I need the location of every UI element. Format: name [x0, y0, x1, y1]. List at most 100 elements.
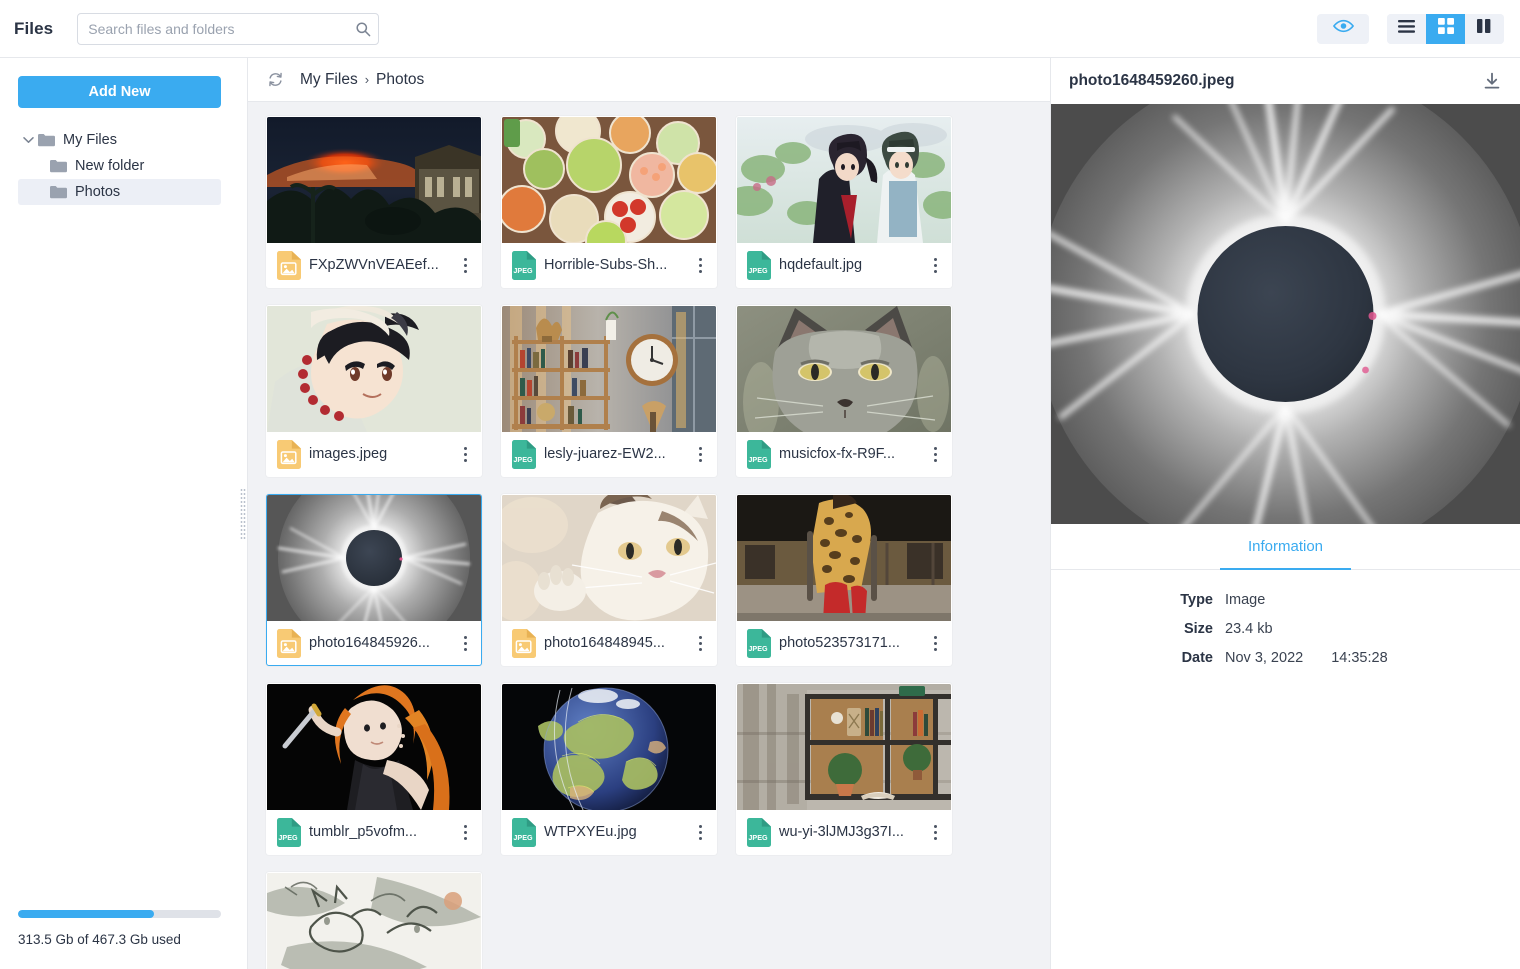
file-card-footer: JPEG photo523573171... [737, 621, 951, 665]
file-menu-icon[interactable] [453, 818, 477, 846]
add-new-button[interactable]: Add New [18, 76, 221, 108]
file-menu-icon[interactable] [923, 629, 947, 657]
file-name: tumblr_p5vofm... [309, 824, 445, 840]
jpeg-file-icon: JPEG [512, 818, 536, 847]
file-menu-icon[interactable] [923, 818, 947, 846]
tree-item-label: Photos [75, 184, 120, 200]
file-menu-icon[interactable] [923, 440, 947, 468]
search-container [77, 13, 379, 45]
file-grid: FXpZWVnVEAEef... JPEG Horribl [266, 116, 1032, 969]
refresh-icon[interactable] [266, 71, 284, 89]
jpeg-file-icon: JPEG [512, 251, 536, 280]
file-menu-icon[interactable] [923, 251, 947, 279]
file-thumbnail [737, 684, 951, 810]
info-value-time: 14:35:28 [1331, 650, 1387, 666]
svg-text:JPEG: JPEG [513, 266, 533, 275]
file-card-footer: JPEG tumblr_p5vofm... [267, 810, 481, 854]
file-thumbnail [267, 495, 481, 621]
search-icon [355, 21, 371, 37]
tree-item-photos[interactable]: Photos [18, 179, 221, 205]
file-card[interactable]: photo164845926... [266, 494, 482, 666]
file-menu-icon[interactable] [688, 629, 712, 657]
file-card[interactable]: FXpZWVnVEAEef... [266, 116, 482, 288]
download-icon[interactable] [1482, 71, 1502, 91]
file-card[interactable]: JPEG photo523573171... [736, 494, 952, 666]
file-menu-icon[interactable] [688, 818, 712, 846]
search-input[interactable] [77, 13, 379, 45]
info-value: Image [1225, 592, 1265, 608]
file-card[interactable]: JPEG wu-yi-3lJMJ3g37I... [736, 683, 952, 855]
svg-text:JPEG: JPEG [748, 455, 768, 464]
columns-view-icon [1477, 19, 1492, 38]
info-value: Nov 3, 2022 [1225, 650, 1303, 666]
image-file-icon [277, 629, 301, 658]
breadcrumb-my-files[interactable]: My Files [300, 71, 358, 89]
file-name: lesly-juarez-EW2... [544, 446, 680, 462]
file-card[interactable]: JPEG WTPXYEu.jpg [501, 683, 717, 855]
folder-icon [50, 185, 67, 199]
preview-panel: photo1648459260.jpeg [1050, 58, 1520, 969]
svg-text:JPEG: JPEG [513, 833, 533, 842]
info-row-type: Type Image [1051, 592, 1520, 608]
file-menu-icon[interactable] [453, 251, 477, 279]
folder-icon [50, 159, 67, 173]
grid-view-button[interactable] [1426, 14, 1465, 44]
storage-label: 313.5 Gb of 467.3 Gb used [18, 932, 221, 947]
file-name: wu-yi-3lJMJ3g37I... [779, 824, 915, 840]
file-card-footer: JPEG hqdefault.jpg [737, 243, 951, 287]
preview-tabs: Information [1051, 524, 1520, 570]
file-card-footer: JPEG musicfox-fx-R9F... [737, 432, 951, 476]
preview-toggle-button[interactable] [1317, 14, 1369, 44]
file-name: WTPXYEu.jpg [544, 824, 680, 840]
file-name: FXpZWVnVEAEef... [309, 257, 445, 273]
file-card-footer: JPEG wu-yi-3lJMJ3g37I... [737, 810, 951, 854]
storage-indicator: 313.5 Gb of 467.3 Gb used [18, 910, 221, 969]
file-grid-scroll[interactable]: FXpZWVnVEAEef... JPEG Horribl [248, 102, 1050, 969]
file-card-footer: JPEG lesly-juarez-EW2... [502, 432, 716, 476]
file-thumbnail [267, 306, 481, 432]
jpeg-file-icon: JPEG [747, 818, 771, 847]
top-bar: Files [0, 0, 1520, 58]
jpeg-file-icon: JPEG [747, 440, 771, 469]
file-card[interactable]: JPEG lesly-juarez-EW2... [501, 305, 717, 477]
folder-tree: My Files New folder Photos [18, 127, 221, 205]
file-name: hqdefault.jpg [779, 257, 915, 273]
file-card[interactable]: JPEG musicfox-fx-R9F... [736, 305, 952, 477]
file-thumbnail [502, 117, 716, 243]
breadcrumb-photos[interactable]: Photos [376, 71, 424, 89]
file-menu-icon[interactable] [453, 629, 477, 657]
storage-bar-fill [18, 910, 154, 918]
file-thumbnail [267, 117, 481, 243]
columns-view-button[interactable] [1465, 14, 1504, 44]
file-menu-icon[interactable] [453, 440, 477, 468]
list-view-button[interactable] [1387, 14, 1426, 44]
file-menu-icon[interactable] [688, 440, 712, 468]
file-card[interactable] [266, 872, 482, 969]
svg-text:JPEG: JPEG [748, 833, 768, 842]
sidebar-resize-handle[interactable] [239, 58, 247, 969]
jpeg-file-icon: JPEG [747, 251, 771, 280]
tab-information[interactable]: Information [1220, 524, 1351, 570]
file-thumbnail [737, 306, 951, 432]
file-card-footer: photo164848945... [502, 621, 716, 665]
file-card[interactable]: images.jpeg [266, 305, 482, 477]
app-title: Files [14, 19, 53, 39]
breadcrumb-separator: › [365, 72, 369, 87]
tree-item-new-folder[interactable]: New folder [18, 153, 221, 179]
svg-text:JPEG: JPEG [748, 266, 768, 275]
tree-item-my-files[interactable]: My Files [18, 127, 221, 153]
file-card[interactable]: photo164848945... [501, 494, 717, 666]
file-name: photo523573171... [779, 635, 915, 651]
file-card[interactable]: JPEG tumblr_p5vofm... [266, 683, 482, 855]
file-card-footer: photo164845926... [267, 621, 481, 665]
file-card[interactable]: JPEG hqdefault.jpg [736, 116, 952, 288]
toolbar-right [1317, 14, 1504, 44]
info-key: Type [1051, 592, 1225, 608]
file-thumbnail [737, 117, 951, 243]
file-card-footer: JPEG Horrible-Subs-Sh... [502, 243, 716, 287]
svg-text:JPEG: JPEG [278, 833, 298, 842]
file-menu-icon[interactable] [688, 251, 712, 279]
storage-bar-track [18, 910, 221, 918]
file-card[interactable]: JPEG Horrible-Subs-Sh... [501, 116, 717, 288]
info-key: Size [1051, 621, 1225, 637]
